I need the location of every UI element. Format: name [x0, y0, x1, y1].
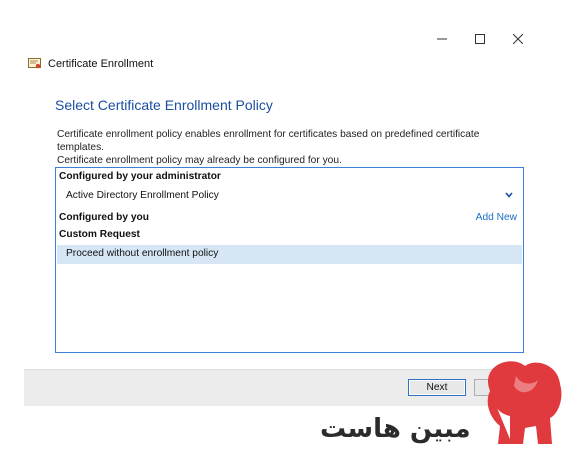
proceed-without-policy-item[interactable]: Proceed without enrollment policy [57, 245, 522, 264]
custom-request-header: Custom Request [59, 229, 140, 240]
policy-list: Configured by your administrator Active … [55, 167, 524, 353]
watermark: مبین هاست [320, 356, 567, 450]
minimize-button[interactable] [423, 31, 461, 47]
description-line-1: Certificate enrollment policy enables en… [57, 129, 480, 153]
watermark-text: مبین هاست [320, 414, 471, 444]
add-new-link[interactable]: Add New [476, 212, 517, 223]
chevron-down-icon[interactable] [505, 190, 513, 201]
close-icon [513, 34, 523, 44]
active-directory-policy-item[interactable]: Active Directory Enrollment Policy [66, 190, 219, 201]
proceed-without-policy-label: Proceed without enrollment policy [66, 248, 219, 259]
maximize-button[interactable] [461, 31, 499, 47]
user-section-header: Configured by you [59, 212, 149, 223]
page-description: Certificate enrollment policy enables en… [57, 128, 527, 167]
page-title: Select Certificate Enrollment Policy [55, 97, 273, 113]
window-controls [423, 31, 537, 47]
minimize-icon [437, 38, 447, 40]
certificate-icon [28, 58, 42, 70]
window-title-text: Certificate Enrollment [48, 58, 154, 70]
description-line-2: Certificate enrollment policy may alread… [57, 155, 342, 166]
close-button[interactable] [499, 31, 537, 47]
admin-section-header: Configured by your administrator [59, 171, 221, 182]
window-title: Certificate Enrollment [28, 58, 153, 70]
maximize-icon [475, 34, 485, 44]
